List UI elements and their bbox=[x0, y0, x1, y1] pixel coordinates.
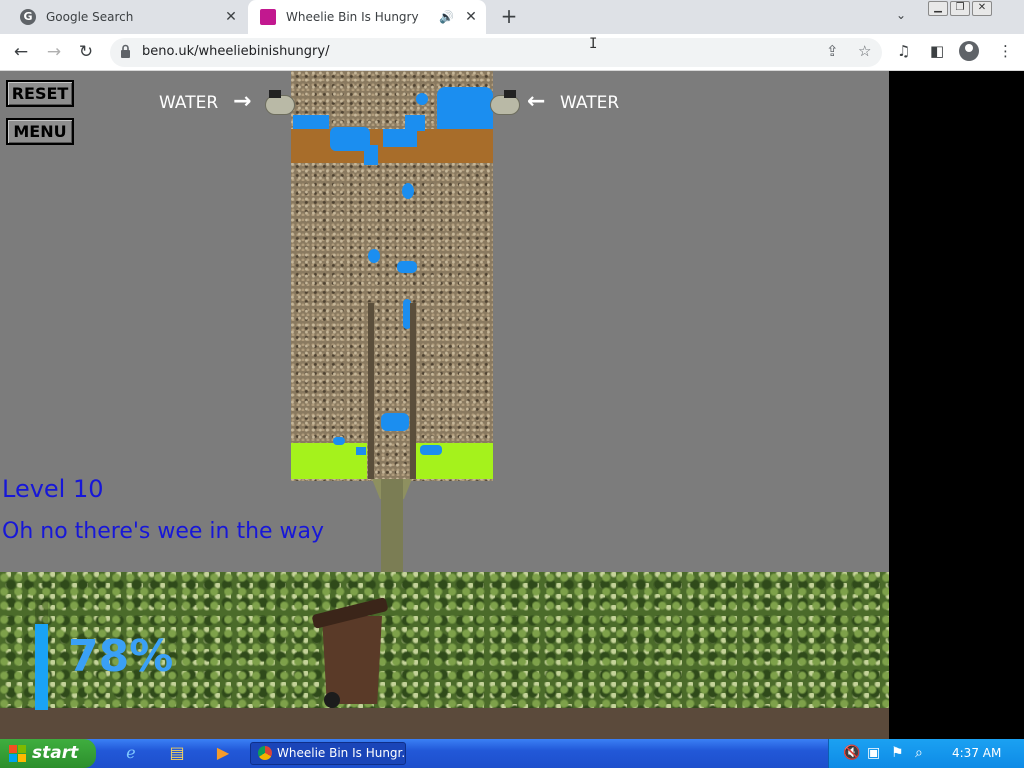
security-alert-icon[interactable]: ⚑ bbox=[891, 745, 904, 761]
level-label: Level 10 bbox=[2, 475, 104, 503]
menu-dots-icon[interactable]: ⋮ bbox=[998, 42, 1013, 60]
restore-button[interactable]: ❐ bbox=[950, 1, 970, 16]
tab-title: Wheelie Bin Is Hungry bbox=[286, 10, 419, 24]
url-text: beno.uk/wheeliebinishungry/ bbox=[142, 44, 330, 59]
media-player-icon[interactable]: ▶ bbox=[214, 744, 232, 762]
water-pipe-right bbox=[490, 95, 520, 115]
back-button[interactable]: ← bbox=[9, 40, 33, 64]
clock: 4:37 AM bbox=[952, 746, 1002, 760]
google-icon: G bbox=[20, 9, 36, 25]
water-blob bbox=[364, 145, 378, 165]
start-label: start bbox=[32, 743, 79, 763]
page-margin bbox=[889, 71, 1024, 739]
media-control-icon[interactable]: ♫ bbox=[897, 42, 910, 60]
water-pipe-left bbox=[265, 95, 295, 115]
close-tab-icon[interactable]: ✕ bbox=[222, 8, 240, 26]
water-blob bbox=[293, 115, 329, 129]
fill-progress-bar bbox=[35, 600, 48, 710]
window-controls: ▁ ❐ ✕ bbox=[928, 1, 992, 16]
divider-left bbox=[368, 303, 374, 479]
reset-button[interactable]: RESET bbox=[6, 80, 74, 107]
text-cursor-icon: I bbox=[589, 36, 598, 52]
profile-avatar-icon[interactable] bbox=[959, 41, 979, 61]
tab-google-search[interactable]: G Google Search ✕ bbox=[8, 0, 246, 34]
level-hint: Oh no there's wee in the way bbox=[2, 519, 325, 544]
speaker-icon[interactable]: 🔊 bbox=[439, 10, 454, 24]
arrow-left-icon: ← bbox=[527, 89, 546, 114]
address-bar[interactable]: beno.uk/wheeliebinishungry/ ⇪ ☆ bbox=[110, 38, 882, 67]
taskbar-window-title: Wheelie Bin Is Hungr... bbox=[277, 746, 406, 760]
windows-taskbar: start ℯ ▤ ▶ Wheelie Bin Is Hungr... 🔇 ▣ … bbox=[0, 739, 1024, 768]
valve-right-icon bbox=[504, 90, 516, 98]
ground bbox=[0, 708, 889, 739]
fill-percentage: 78% bbox=[68, 631, 174, 682]
bookmark-star-icon[interactable]: ☆ bbox=[858, 42, 871, 60]
tab-strip: G Google Search ✕ Wheelie Bin Is Hungry … bbox=[0, 0, 1024, 34]
lock-icon bbox=[121, 44, 130, 58]
wheelie-bin-icon bbox=[311, 597, 389, 708]
water-droplet bbox=[368, 249, 380, 263]
system-tray: 🔇 ▣ ⚑ ⌕ 4:37 AM bbox=[828, 739, 1024, 768]
reload-button[interactable]: ↻ bbox=[74, 40, 98, 64]
water-droplet bbox=[381, 413, 409, 431]
site-favicon-icon bbox=[260, 9, 276, 25]
volume-muted-icon[interactable]: 🔇 bbox=[843, 745, 860, 761]
tab-wheelie-bin[interactable]: Wheelie Bin Is Hungry 🔊 ✕ bbox=[248, 0, 486, 34]
valve-left-icon bbox=[269, 90, 281, 98]
search-icon[interactable]: ⌕ bbox=[915, 745, 923, 761]
side-panel-icon[interactable]: ◧ bbox=[930, 42, 944, 60]
bin-wheel bbox=[324, 692, 340, 708]
minimize-button[interactable]: ▁ bbox=[928, 1, 948, 16]
new-tab-button[interactable]: + bbox=[498, 6, 520, 27]
bin-body bbox=[322, 616, 382, 704]
water-droplet bbox=[356, 447, 366, 455]
forward-button[interactable]: → bbox=[42, 40, 66, 64]
fill-progress-level bbox=[35, 624, 48, 710]
tab-title: Google Search bbox=[46, 10, 134, 24]
water-blob bbox=[383, 129, 417, 147]
water-blob bbox=[437, 87, 493, 129]
internet-explorer-icon[interactable]: ℯ bbox=[122, 744, 140, 762]
water-droplet bbox=[402, 183, 414, 199]
close-window-button[interactable]: ✕ bbox=[972, 1, 992, 16]
arrow-right-icon: → bbox=[233, 89, 252, 114]
windows-flag-icon bbox=[9, 745, 26, 762]
water-label-right: WATER bbox=[560, 93, 620, 113]
water-droplet bbox=[420, 445, 442, 455]
share-icon[interactable]: ⇪ bbox=[826, 42, 839, 60]
water-blob bbox=[416, 93, 428, 105]
chrome-icon bbox=[258, 746, 272, 760]
folder-icon[interactable]: ▤ bbox=[168, 744, 186, 762]
water-blob bbox=[405, 115, 425, 131]
menu-button[interactable]: MENU bbox=[6, 118, 74, 145]
taskbar-window-button[interactable]: Wheelie Bin Is Hungr... bbox=[250, 742, 406, 765]
water-droplet bbox=[333, 437, 345, 445]
network-icon[interactable]: ▣ bbox=[867, 745, 880, 761]
water-droplet bbox=[397, 261, 417, 273]
start-button[interactable]: start bbox=[0, 739, 96, 768]
browser-toolbar: ← → ↻ beno.uk/wheeliebinishungry/ ⇪ ☆ ♫ … bbox=[0, 34, 1024, 71]
game-canvas[interactable]: WATER → ← WATER RESET MENU Level 10 Oh n… bbox=[0, 71, 889, 739]
water-label-left: WATER bbox=[159, 93, 219, 113]
tab-search-chevron-icon[interactable]: ⌄ bbox=[896, 8, 906, 22]
close-tab-icon[interactable]: ✕ bbox=[462, 8, 480, 26]
